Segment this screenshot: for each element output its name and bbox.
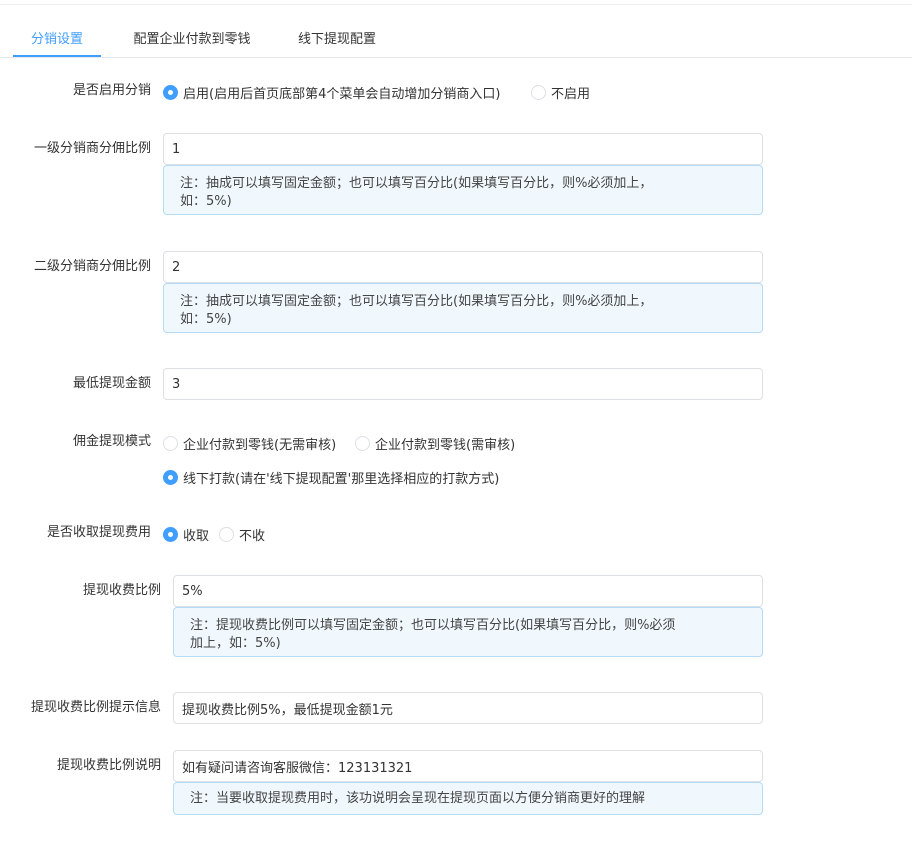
fee-radio-no[interactable]: 不收	[219, 525, 266, 544]
level1-input[interactable]	[163, 133, 763, 165]
top-divider	[0, 4, 912, 5]
fee-radio-yes[interactable]: 收取	[163, 525, 210, 544]
tab-enterprise-payment[interactable]: 配置企业付款到零钱	[127, 24, 257, 57]
fee-ratio-note-line2: 加上，如：5%)	[190, 636, 281, 651]
level2-note-line1: 注：抽成可以填写固定金额；也可以填写百分比(如果填写百分比，则%必须加上，	[180, 294, 653, 309]
level1-note: 注：抽成可以填写固定金额；也可以填写百分比(如果填写百分比，则%必须加上， 如：…	[163, 165, 763, 215]
withdraw-mode-option-2: 企业付款到零钱(需审核)	[375, 437, 516, 453]
fee-label: 是否收取提现费用	[46, 525, 151, 540]
level1-label: 一级分销商分佣比例	[33, 141, 151, 156]
radio-checked-icon	[163, 526, 178, 542]
fee-ratio-label: 提现收费比例	[82, 583, 161, 598]
level1-note-line2: 如：5%)	[180, 194, 232, 209]
radio-checked-icon	[163, 469, 178, 485]
level2-label: 二级分销商分佣比例	[33, 259, 151, 274]
withdraw-mode-radio-2[interactable]: 企业付款到零钱(需审核)	[355, 434, 516, 453]
fee-desc-note: 注：当要收取提现费用时，该功说明会呈现在提现页面以方便分销商更好的理解	[173, 782, 763, 815]
fee-tip-label: 提现收费比例提示信息	[30, 700, 161, 715]
radio-checked-icon	[163, 84, 178, 100]
tab-bar: 分销设置 配置企业付款到零钱 线下提现配置	[13, 24, 380, 57]
enable-label: 是否启用分销	[72, 83, 151, 98]
level2-note-line2: 如：5%)	[180, 312, 232, 327]
tab-distribution-settings[interactable]: 分销设置	[13, 24, 101, 57]
min-withdraw-input[interactable]	[163, 368, 763, 400]
enable-option-off: 不启用	[551, 86, 591, 102]
fee-desc-input[interactable]	[173, 750, 763, 782]
radio-unchecked-icon	[355, 435, 370, 451]
tab-offline-withdraw[interactable]: 线下提现配置	[294, 24, 380, 57]
enable-radio-off[interactable]: 不启用	[531, 83, 591, 102]
min-withdraw-label: 最低提现金额	[72, 376, 151, 391]
fee-tip-input[interactable]	[173, 692, 763, 724]
radio-unchecked-icon	[219, 526, 234, 542]
withdraw-mode-radio-1[interactable]: 企业付款到零钱(无需审核)	[163, 434, 337, 453]
tabs-divider	[0, 57, 912, 58]
fee-ratio-note: 注：提现收费比例可以填写固定金额；也可以填写百分比(如果填写百分比，则%必须 加…	[173, 607, 763, 657]
level2-note: 注：抽成可以填写固定金额；也可以填写百分比(如果填写百分比，则%必须加上， 如：…	[163, 283, 763, 333]
level2-input[interactable]	[163, 251, 763, 283]
fee-option-yes: 收取	[183, 528, 210, 544]
withdraw-mode-radio-3[interactable]: 线下打款(请在'线下提现配置'那里选择相应的打款方式)	[163, 468, 500, 487]
fee-desc-label: 提现收费比例说明	[56, 758, 161, 773]
withdraw-mode-option-1: 企业付款到零钱(无需审核)	[183, 437, 337, 453]
fee-ratio-note-line1: 注：提现收费比例可以填写固定金额；也可以填写百分比(如果填写百分比，则%必须	[190, 618, 676, 633]
fee-option-no: 不收	[239, 528, 266, 544]
withdraw-mode-option-3: 线下打款(请在'线下提现配置'那里选择相应的打款方式)	[183, 471, 500, 487]
enable-radio-on[interactable]: 启用(启用后首页底部第4个菜单会自动增加分销商入口)	[163, 83, 501, 102]
fee-ratio-input[interactable]	[173, 575, 763, 607]
level1-note-line1: 注：抽成可以填写固定金额；也可以填写百分比(如果填写百分比，则%必须加上，	[180, 176, 653, 191]
radio-unchecked-icon	[163, 435, 178, 451]
radio-unchecked-icon	[531, 84, 546, 100]
enable-option-on: 启用(启用后首页底部第4个菜单会自动增加分销商入口)	[183, 86, 501, 102]
withdraw-mode-label: 佣金提现模式	[72, 434, 151, 449]
